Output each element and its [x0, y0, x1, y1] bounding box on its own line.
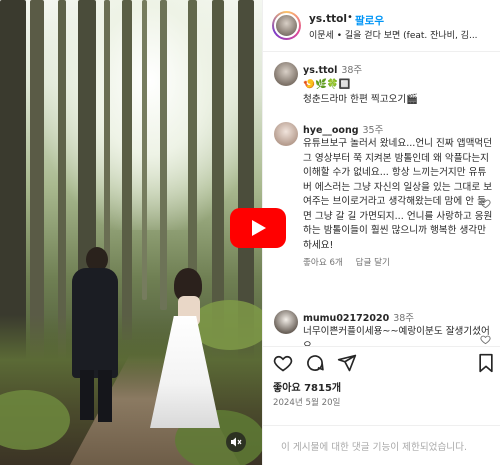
tree-trunk — [122, 0, 132, 340]
comment-like-count[interactable]: 좋아요 6개 — [303, 258, 343, 268]
comment-username[interactable]: hye__oong — [303, 125, 359, 136]
caption-avatar[interactable] — [274, 62, 298, 86]
heart-icon[interactable] — [480, 334, 491, 345]
groom-figure-leg — [98, 370, 112, 422]
post-header: ys.ttol • 팔로우 이문세 • 길을 걷다 보면 (feat. 잔나비,… — [263, 0, 500, 52]
heart-icon[interactable] — [480, 198, 491, 209]
groom-figure — [72, 268, 118, 378]
post-date[interactable]: 2024년 5월 20일 — [273, 396, 340, 408]
comment-time: 35주 — [362, 125, 384, 136]
tree-trunk — [142, 0, 147, 300]
forest-sky-light — [40, 0, 240, 230]
play-icon — [252, 220, 266, 236]
groom-figure-leg — [80, 370, 94, 420]
author-username[interactable]: ys.ttol — [309, 13, 347, 25]
bookmark-icon[interactable] — [477, 353, 495, 373]
comment-text: 너무이쁜커플이세용~~예랑이분도 잘생기셨어요 — [303, 326, 490, 346]
comment-username[interactable]: ys.ttol — [303, 65, 337, 76]
follow-button[interactable]: 팔로우 — [355, 13, 384, 28]
comment-meta: 좋아요 6개 답글 달기 — [303, 256, 493, 268]
commenter-avatar[interactable] — [274, 310, 298, 334]
heart-icon[interactable] — [273, 353, 293, 373]
comment-time: 38주 — [393, 313, 415, 324]
caption-line: 🍤🌿🍀🔲 — [303, 79, 351, 90]
separator-dot: • — [347, 12, 353, 23]
reply-button[interactable]: 답글 달기 — [356, 258, 390, 268]
comment-icon[interactable] — [305, 353, 325, 373]
author-avatar[interactable] — [272, 11, 301, 40]
send-icon[interactable] — [337, 353, 357, 373]
comment-time: 38주 — [341, 65, 363, 76]
post-side-panel: ys.ttol • 팔로우 이문세 • 길을 걷다 보면 (feat. 잔나비,… — [262, 0, 500, 465]
comments-footer: 이 게시물에 대한 댓글 기능이 제한되었습니다. — [263, 425, 500, 465]
commenter-avatar[interactable] — [274, 122, 298, 146]
post-media[interactable] — [0, 0, 262, 465]
comment-username[interactable]: mumu02172020 — [303, 313, 389, 324]
music-track[interactable]: 이문세 • 길을 걷다 보면 (feat. 잔나비, 김... — [309, 28, 494, 41]
comment-text: 유튜브보구 놀러서 왔네요...언니 진짜 앱맥먹던 그 영상부터 쭉 지켜본 … — [303, 138, 493, 251]
tree-trunk — [160, 0, 167, 310]
caption-line: 청춘드라마 한편 찍고오기🎬 — [303, 93, 419, 105]
comments-restricted-message: 이 게시물에 대한 댓글 기능이 제한되었습니다. — [281, 442, 467, 453]
like-count[interactable]: 좋아요 7815개 — [273, 379, 341, 394]
post-actions — [263, 346, 500, 378]
mute-icon[interactable] — [226, 432, 246, 452]
youtube-play-button[interactable] — [230, 208, 286, 248]
comment-list[interactable]: ys.ttol 38주 🍤🌿🍀🔲 청춘드라마 한편 찍고오기🎬 hye__oong… — [263, 52, 500, 346]
